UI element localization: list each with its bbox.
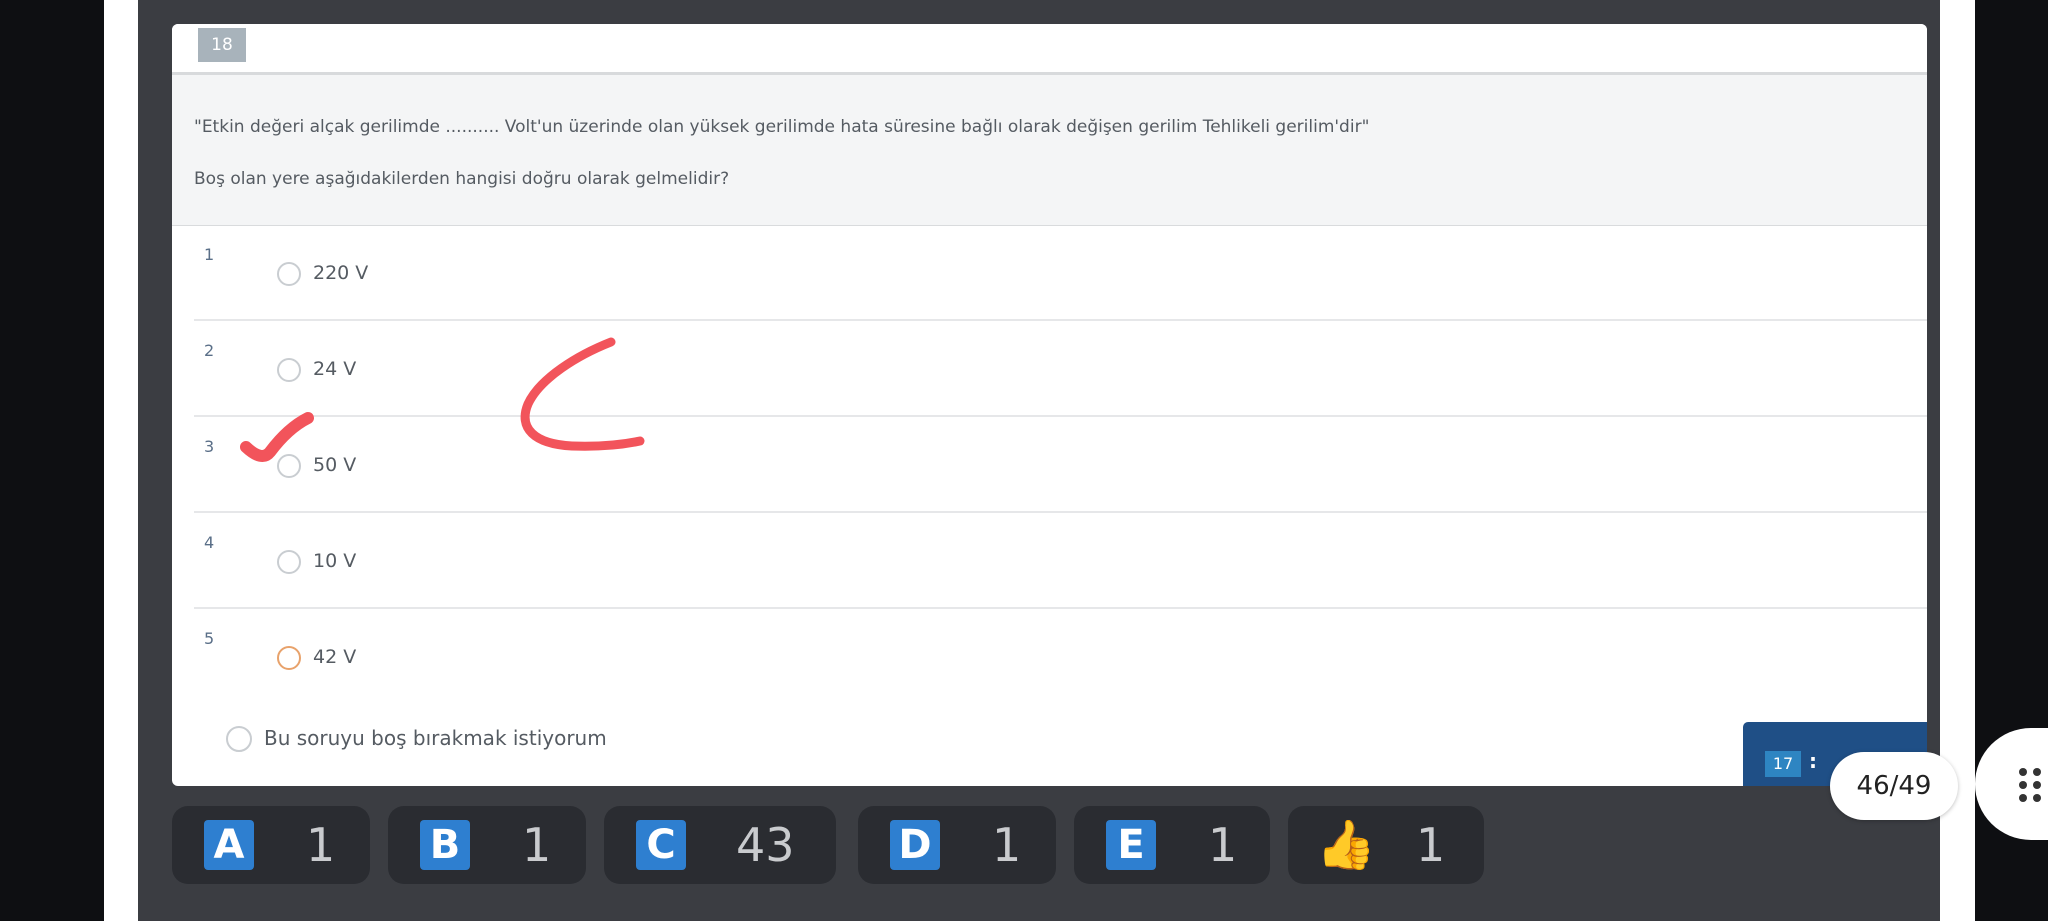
- reaction-count: 1: [992, 818, 1022, 872]
- question-text: "Etkin değeri alçak gerilimde ..........…: [194, 117, 1370, 137]
- question-body: "Etkin değeri alçak gerilimde ..........…: [172, 75, 1927, 226]
- question-number: 18: [198, 28, 246, 62]
- reaction-count: 1: [1208, 818, 1238, 872]
- page-counter[interactable]: 46/49: [1830, 752, 1958, 820]
- option-radio[interactable]: [277, 550, 301, 574]
- option-radio[interactable]: [277, 454, 301, 478]
- left-margin: [104, 0, 138, 921]
- reaction-count: 1: [1416, 818, 1446, 872]
- letter-badge-d: D: [890, 820, 940, 870]
- letter-badge-a: A: [204, 820, 254, 870]
- thumbs-up-icon: 👍: [1316, 817, 1376, 873]
- reaction-c[interactable]: C 43: [604, 806, 836, 884]
- option-number: 3: [204, 437, 215, 456]
- question-header: 18: [172, 24, 1927, 75]
- option-row-2[interactable]: 2 24 V: [194, 321, 1927, 417]
- letter-badge-c: C: [636, 820, 686, 870]
- option-number: 1: [204, 245, 215, 264]
- reaction-e[interactable]: E 1: [1074, 806, 1270, 884]
- drag-dots-icon: [2019, 768, 2045, 802]
- option-row-4[interactable]: 4 10 V: [194, 513, 1927, 609]
- question-card: 18 "Etkin değeri alçak gerilimde .......…: [172, 24, 1927, 786]
- reaction-count: 1: [306, 818, 336, 872]
- reaction-a[interactable]: A 1: [172, 806, 370, 884]
- option-number: 2: [204, 341, 215, 360]
- letter-badge-e: E: [1106, 820, 1156, 870]
- timer-separator: :: [1809, 749, 1817, 773]
- option-label: 220 V: [313, 262, 369, 284]
- option-radio[interactable]: [277, 262, 301, 286]
- reaction-b[interactable]: B 1: [388, 806, 586, 884]
- left-background: [0, 0, 104, 921]
- option-radio[interactable]: [277, 646, 301, 670]
- reaction-count: 1: [522, 818, 552, 872]
- option-row-5[interactable]: 5 42 V: [194, 609, 1927, 705]
- option-label: 50 V: [313, 454, 357, 476]
- option-number: 5: [204, 629, 215, 648]
- reaction-thumbs-up[interactable]: 👍 1: [1288, 806, 1484, 884]
- option-number: 4: [204, 533, 215, 552]
- option-label: 42 V: [313, 646, 357, 668]
- reaction-count: 43: [736, 818, 795, 872]
- option-row-3[interactable]: 3 50 V: [194, 417, 1927, 513]
- option-radio[interactable]: [277, 358, 301, 382]
- option-label: 10 V: [313, 550, 357, 572]
- skip-label[interactable]: Bu soruyu boş bırakmak istiyorum: [264, 726, 607, 750]
- letter-badge-b: B: [420, 820, 470, 870]
- option-label: 24 V: [313, 358, 357, 380]
- skip-radio[interactable]: [226, 726, 252, 752]
- timer-minutes: 17: [1765, 751, 1801, 777]
- question-prompt: Boş olan yere aşağıdakilerden hangisi do…: [194, 169, 730, 189]
- reaction-d[interactable]: D 1: [858, 806, 1056, 884]
- option-row-1[interactable]: 1 220 V: [194, 225, 1927, 321]
